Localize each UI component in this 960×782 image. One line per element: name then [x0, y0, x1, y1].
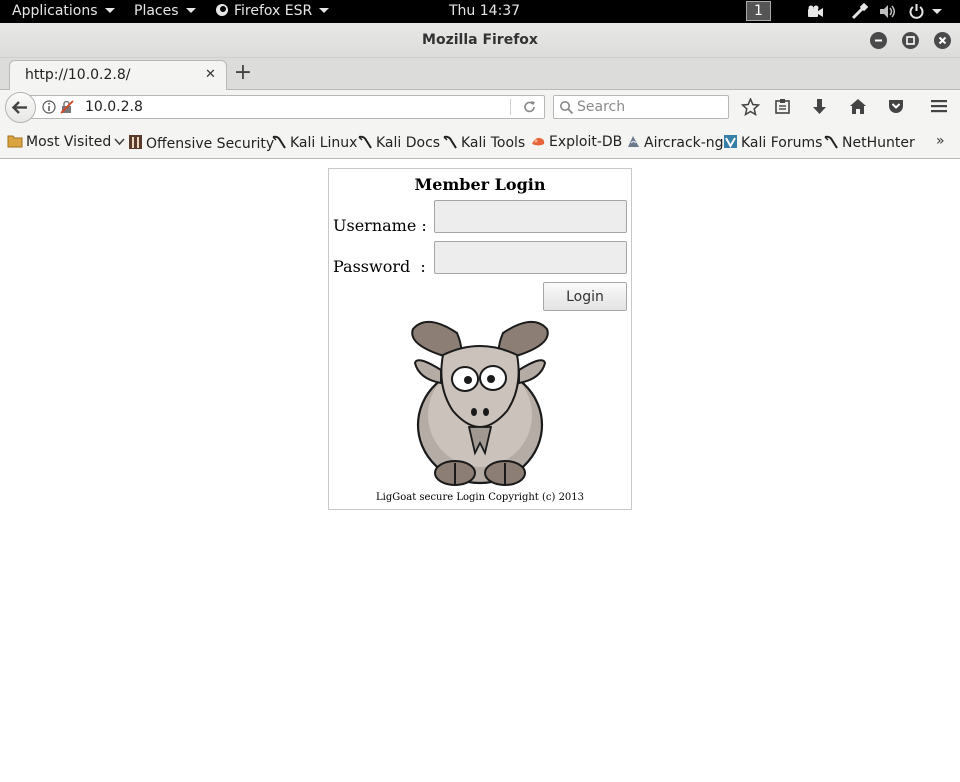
tab-strip: http://10.0.2.8/ ✕ +: [0, 58, 960, 91]
back-button[interactable]: [5, 92, 36, 123]
reading-list-icon[interactable]: [774, 98, 791, 115]
offensive-security-icon: [129, 135, 142, 149]
goat-image: [411, 321, 549, 486]
maximize-icon: [906, 36, 915, 45]
chevron-down-icon: [185, 8, 196, 13]
chevron-down-icon: [114, 138, 125, 146]
username-label: Username :: [333, 216, 427, 235]
reload-icon[interactable]: [521, 98, 539, 116]
places-menu-label: Places: [134, 3, 179, 19]
downloads-icon[interactable]: [811, 98, 828, 116]
insecure-lock-icon[interactable]: [60, 100, 74, 114]
power-icon: [909, 4, 924, 19]
minimize-icon: [875, 39, 882, 42]
close-window-button[interactable]: [934, 32, 951, 49]
url-bar[interactable]: 10.0.2.8: [30, 95, 545, 119]
bookmark-kali-linux[interactable]: Kali Linux: [271, 134, 357, 151]
home-icon[interactable]: [849, 98, 867, 115]
info-icon[interactable]: [42, 100, 56, 114]
kali-dragon-icon: [272, 135, 286, 149]
bookmark-label: Aircrack-ng: [644, 135, 724, 151]
url-text[interactable]: 10.0.2.8: [85, 99, 143, 115]
gnome-top-bar: Applications Places Firefox ESR Thu 14:3…: [0, 0, 960, 23]
hamburger-menu-icon[interactable]: [930, 98, 948, 114]
kali-dragon-icon: [358, 135, 372, 149]
workspace-indicator[interactable]: 1: [746, 1, 771, 21]
login-button[interactable]: Login: [543, 282, 627, 311]
folder-icon: [7, 135, 23, 148]
firefox-icon: [216, 4, 228, 16]
applications-menu[interactable]: Applications: [12, 0, 115, 23]
bookmark-label: Kali Docs: [376, 135, 441, 151]
window-title: Mozilla Firefox: [422, 32, 538, 48]
bookmark-label: Most Visited: [26, 134, 112, 150]
bookmark-kali-tools[interactable]: Kali Tools: [442, 134, 525, 151]
bookmark-kali-docs[interactable]: Kali Docs: [357, 134, 440, 151]
bookmark-label: Kali Tools: [461, 135, 526, 151]
search-icon: [560, 101, 574, 115]
chevron-down-icon: [932, 9, 942, 14]
applications-menu-label: Applications: [12, 3, 98, 19]
page-content: Member Login Username : Password : Login: [0, 160, 960, 782]
places-menu[interactable]: Places: [134, 0, 196, 23]
pocket-icon[interactable]: [887, 98, 905, 115]
bookmark-label: Exploit-DB: [549, 134, 623, 150]
search-bar[interactable]: Search: [553, 95, 729, 119]
aircrack-icon: [628, 136, 639, 147]
tab-title: http://10.0.2.8/: [25, 67, 131, 83]
kali-forums-icon: [724, 135, 737, 149]
bookmark-label: Kali Forums: [741, 135, 823, 151]
bookmark-offensive-security[interactable]: Offensive Security: [128, 134, 274, 152]
new-tab-button[interactable]: +: [232, 60, 254, 85]
bookmark-label: Offensive Security: [146, 136, 275, 152]
search-placeholder: Search: [577, 99, 626, 115]
bookmark-aircrack-ng[interactable]: Aircrack-ng: [626, 134, 724, 151]
bookmark-star-icon[interactable]: [741, 98, 760, 116]
navigation-toolbar: 10.0.2.8 Search: [0, 90, 960, 125]
exploit-db-icon: [532, 137, 545, 146]
bookmark-nethunter[interactable]: NetHunter: [823, 134, 915, 151]
bookmarks-overflow-button[interactable]: »: [936, 133, 945, 149]
window-titlebar[interactable]: Mozilla Firefox: [0, 23, 960, 58]
password-label: Password :: [333, 257, 426, 276]
copyright-text: LigGoat secure Login Copyright (c) 2013: [375, 492, 585, 503]
maximize-button[interactable]: [902, 32, 919, 49]
url-bar-divider: [510, 99, 511, 115]
bookmark-label: NetHunter: [842, 135, 915, 151]
bookmark-kali-forums[interactable]: Kali Forums: [723, 134, 822, 151]
kali-dragon-icon: [824, 135, 838, 149]
login-heading: Member Login: [414, 175, 546, 194]
firefox-esr-menu-label: Firefox ESR: [234, 3, 313, 19]
username-input[interactable]: [434, 200, 627, 233]
tab-close-button[interactable]: ✕: [205, 67, 216, 82]
kali-dragon-icon: [443, 135, 457, 149]
back-arrow-icon: [11, 101, 27, 114]
tab-active[interactable]: http://10.0.2.8/ ✕: [9, 60, 227, 91]
firefox-esr-menu[interactable]: Firefox ESR: [215, 0, 330, 23]
bookmark-most-visited[interactable]: Most Visited: [7, 134, 125, 150]
chevron-down-icon: [104, 8, 115, 13]
bookmarks-toolbar: Most Visited Offensive Security Kali Lin…: [0, 125, 960, 159]
password-input[interactable]: [434, 241, 627, 274]
close-icon: [938, 36, 947, 45]
login-form: Member Login Username : Password : Login: [328, 168, 632, 510]
minimize-button[interactable]: [870, 32, 887, 49]
chevron-down-icon: [319, 8, 330, 13]
bookmark-label: Kali Linux: [290, 135, 358, 151]
clock[interactable]: Thu 14:37: [449, 0, 520, 23]
bookmark-exploit-db[interactable]: Exploit-DB: [531, 134, 622, 150]
